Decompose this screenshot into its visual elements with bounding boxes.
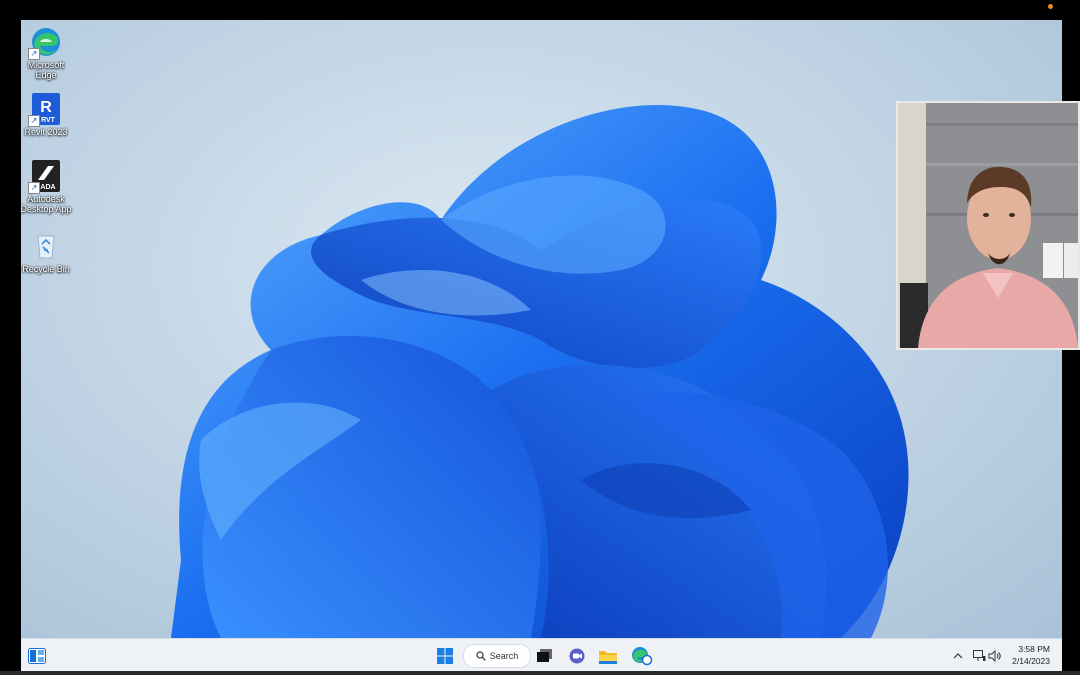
clock-time: 3:58 PM — [1018, 644, 1050, 654]
autodesk-icon: ADA ↗ — [28, 160, 62, 194]
desktop-icon-label: Recycle Bin — [22, 264, 70, 274]
recording-bottom-strip — [0, 671, 1080, 675]
edge-icon: ↗ — [28, 26, 62, 60]
svg-text:R: R — [40, 99, 52, 116]
webcam-overlay — [896, 101, 1080, 350]
desktop-icon-revit[interactable]: R RVT ↗ Revit 2023 — [21, 93, 76, 137]
start-button[interactable] — [435, 645, 455, 667]
presenter-video — [898, 103, 1078, 348]
taskbar: Search 3:58 PM 2/14/2023 — [21, 638, 1062, 672]
task-view-icon — [537, 649, 552, 662]
file-explorer-button[interactable] — [598, 645, 618, 667]
volume-control[interactable] — [987, 645, 1003, 667]
system-clock[interactable]: 3:58 PM 2/14/2023 — [1012, 643, 1050, 667]
network-icon — [972, 650, 985, 661]
taskbar-search[interactable]: Search — [463, 644, 531, 668]
search-label: Search — [489, 651, 519, 661]
recording-indicator — [1048, 4, 1053, 9]
chat-button[interactable] — [567, 645, 587, 667]
search-icon — [476, 651, 486, 661]
edge-icon — [632, 647, 653, 666]
desktop-icon-recycle-bin[interactable]: Recycle Bin — [21, 230, 76, 274]
chat-icon — [569, 648, 585, 664]
shortcut-arrow-icon: ↗ — [28, 115, 40, 127]
desktop-icon-label: Revit 2023 — [24, 127, 68, 137]
shortcut-arrow-icon: ↗ — [28, 182, 40, 194]
shortcut-arrow-icon: ↗ — [28, 48, 40, 60]
screen-recording-frame: ↗ Microsoft Edge R RVT ↗ Revit 2023 ADA — [0, 0, 1080, 675]
folder-icon — [599, 650, 617, 664]
edge-taskbar-button[interactable] — [630, 645, 654, 667]
show-hidden-icons-button[interactable] — [951, 645, 965, 667]
desktop-icon-ada[interactable]: ADA ↗ Autodesk Desktop App — [21, 160, 76, 214]
widgets-button[interactable] — [27, 645, 47, 667]
recycle-bin-icon — [30, 230, 62, 262]
revit-icon: R RVT ↗ — [28, 93, 62, 127]
desktop-icon-label: Microsoft Edge — [27, 60, 65, 80]
desktop-icon-edge[interactable]: ↗ Microsoft Edge — [21, 26, 76, 80]
svg-text:RVT: RVT — [41, 117, 56, 124]
task-view-button[interactable] — [535, 645, 555, 667]
svg-text:ADA: ADA — [40, 184, 55, 191]
widgets-icon — [28, 648, 46, 664]
chevron-up-icon — [953, 653, 963, 659]
desktop-icon-label: Autodesk Desktop App — [21, 194, 72, 214]
clock-date: 2/14/2023 — [1012, 656, 1050, 666]
windows-logo-icon — [437, 648, 453, 664]
speaker-icon — [988, 650, 1001, 662]
network-status[interactable] — [971, 645, 987, 667]
